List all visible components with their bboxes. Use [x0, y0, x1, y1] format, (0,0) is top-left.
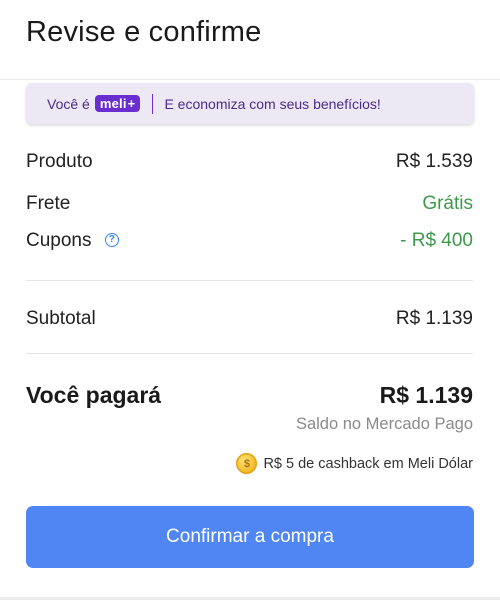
- coupons-label: Cupons: [26, 230, 92, 251]
- total-value: R$ 1.139: [379, 382, 473, 408]
- shipping-row: Frete Grátis: [26, 193, 473, 215]
- header-divider: [0, 79, 500, 80]
- bottom-divider: [0, 597, 500, 600]
- subtotal-label: Subtotal: [26, 308, 96, 329]
- banner-prefix: Você é: [47, 95, 90, 112]
- meli-dolar-coin-icon: $: [236, 453, 258, 474]
- meli-badge-plus: +: [127, 96, 136, 111]
- meli-plus-banner[interactable]: Você é meli + E economiza com seus benefí…: [26, 83, 474, 124]
- subtotal-divider: [26, 353, 473, 354]
- product-value: R$ 1.539: [395, 151, 473, 172]
- subtotal-row: Subtotal R$ 1.139: [26, 308, 473, 330]
- coupons-label-group: Cupons ?: [26, 230, 119, 252]
- coupons-row: Cupons ? - R$ 400: [26, 230, 473, 252]
- question-circle-icon[interactable]: ?: [104, 232, 119, 247]
- confirm-purchase-button[interactable]: Confirmar a compra: [26, 506, 474, 568]
- coupons-value: - R$ 400: [400, 230, 473, 251]
- meli-badge-text: meli: [99, 96, 127, 111]
- review-confirm-page: Revise e confirme Você é meli + E economi…: [0, 0, 500, 602]
- shipping-label: Frete: [26, 193, 71, 214]
- subtotal-value: R$ 1.139: [395, 308, 473, 329]
- summary-divider: [26, 280, 473, 281]
- cashback-text: R$ 5 de cashback em Meli Dólar: [263, 455, 473, 472]
- total-label: Você pagará: [26, 382, 162, 408]
- payment-method-text: Saldo no Mercado Pago: [295, 415, 473, 433]
- banner-separator: [152, 93, 154, 114]
- cashback-info: $ R$ 5 de cashback em Meli Dólar: [236, 453, 473, 474]
- total-row: Você pagará R$ 1.139: [26, 382, 473, 409]
- shipping-value: Grátis: [422, 193, 473, 214]
- meli-plus-badge: meli +: [94, 95, 141, 112]
- banner-message: E economiza com seus benefícios!: [164, 95, 381, 112]
- product-row: Produto R$ 1.539: [26, 151, 473, 173]
- page-title: Revise e confirme: [26, 16, 262, 48]
- product-label: Produto: [26, 151, 93, 172]
